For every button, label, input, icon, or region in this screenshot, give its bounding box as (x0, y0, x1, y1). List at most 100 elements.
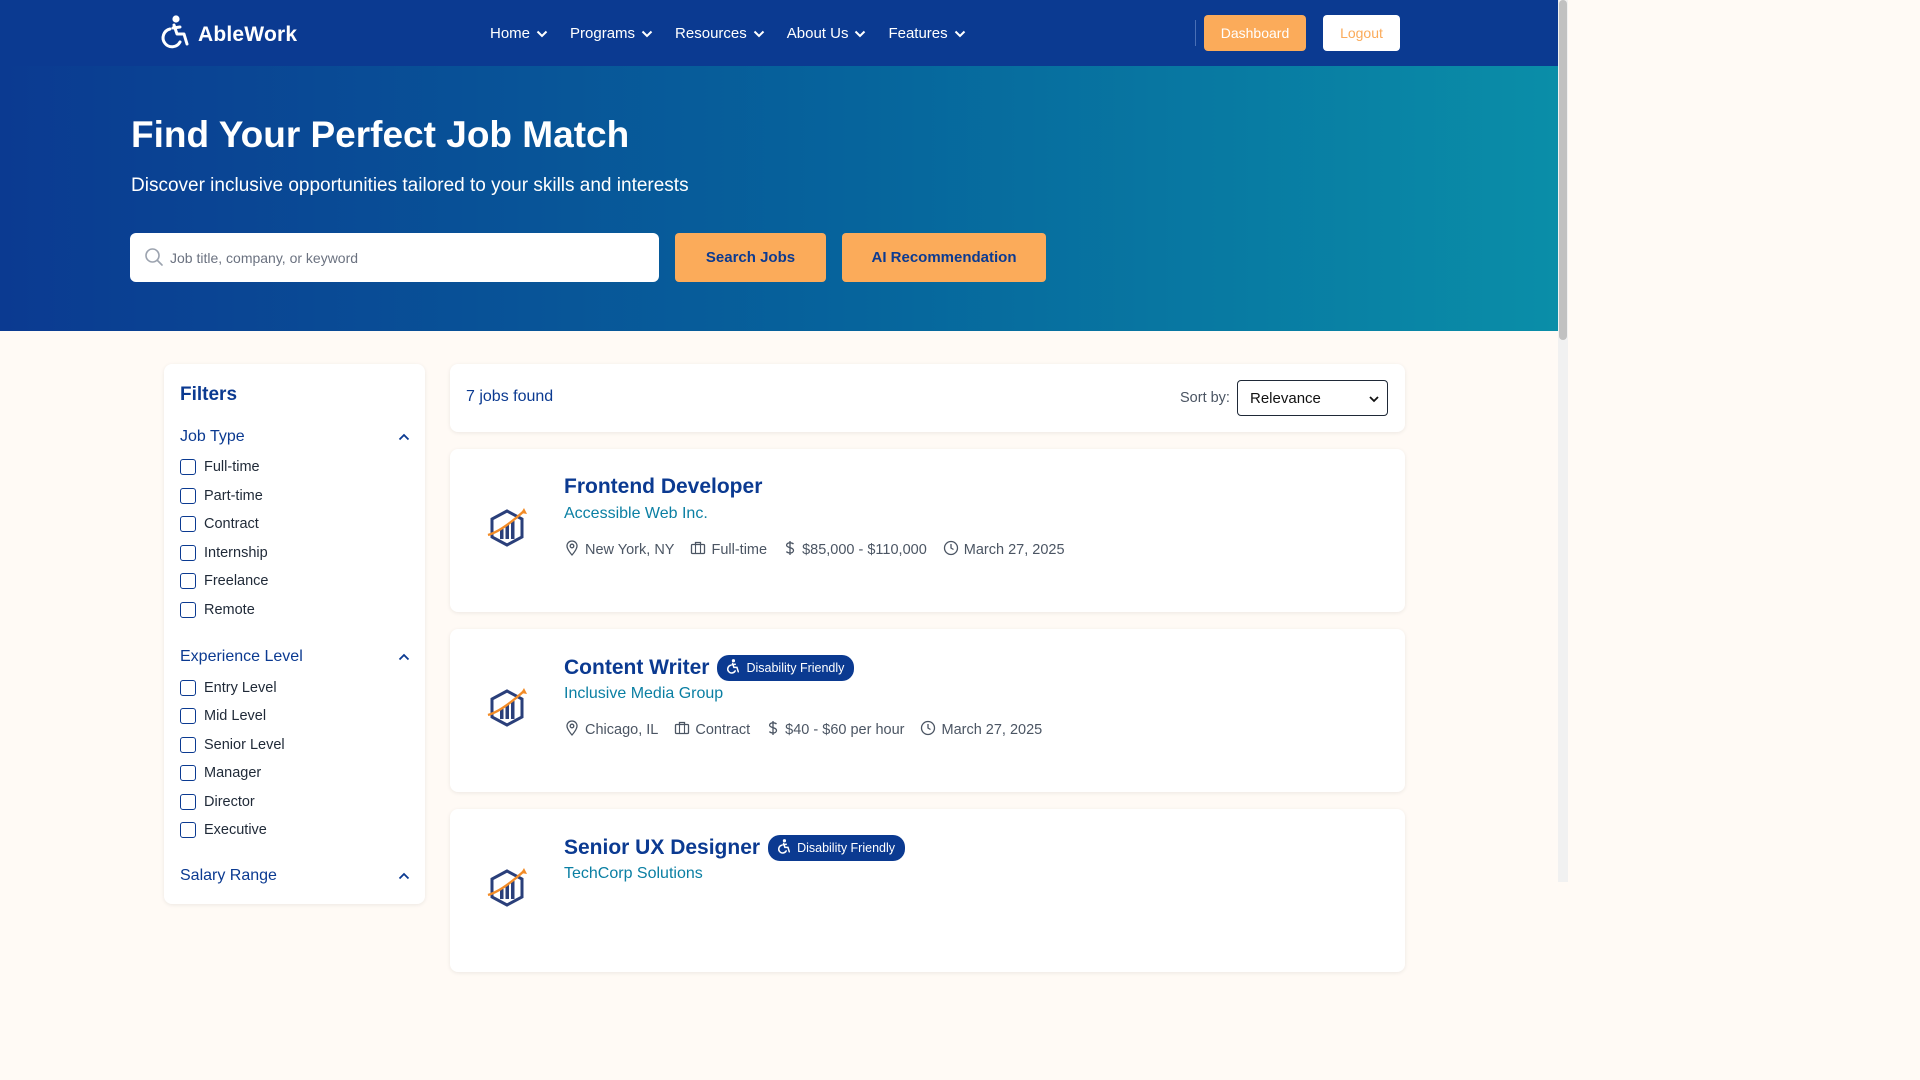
checkbox[interactable] (180, 573, 196, 589)
scrollbar-thumb[interactable] (1559, 0, 1567, 340)
filter-option-mid-level[interactable]: Mid Level (180, 708, 266, 724)
job-type-text: Contract (695, 722, 751, 738)
filter-option-label: Contract (204, 516, 259, 532)
checkbox[interactable] (180, 822, 196, 838)
job-location: Chicago, IL (564, 720, 658, 740)
dollar-icon (766, 720, 780, 740)
ai-recommendation-button[interactable]: AI Recommendation (842, 233, 1046, 282)
job-company[interactable]: TechCorp Solutions (564, 865, 703, 883)
job-meta: Chicago, IL Contract $40 - $60 per hour … (564, 720, 1042, 740)
job-type-text: Full-time (711, 542, 768, 558)
nav-item-label: Resources (675, 24, 747, 42)
nav-divider (1195, 20, 1196, 46)
nav-item-label: Programs (570, 24, 636, 42)
search-box (130, 233, 659, 282)
job-title[interactable]: Content Writer (564, 656, 709, 680)
company-logo-icon (484, 865, 530, 914)
filters-panel: Filters Job Type Full-time Part-time Con… (164, 364, 425, 904)
map-pin-icon (564, 540, 580, 560)
job-card[interactable]: Senior UX Designer Disability Friendly T… (450, 809, 1405, 972)
filter-group-experience-level[interactable]: Experience Level (180, 648, 410, 666)
map-pin-icon (564, 720, 580, 740)
job-meta: New York, NY Full-time $85,000 - $110,00… (564, 540, 1065, 560)
hero-subtitle: Discover inclusive opportunities tailore… (131, 175, 689, 196)
filter-option-label: Manager (204, 765, 262, 781)
filter-option-freelance[interactable]: Freelance (180, 573, 268, 589)
job-card[interactable]: Content Writer Disability Friendly Inclu… (450, 629, 1405, 792)
brand-logo[interactable]: AbleWork (160, 15, 297, 54)
company-logo-icon (484, 505, 530, 554)
filter-option-contract[interactable]: Contract (180, 516, 259, 532)
filter-group-salary-range[interactable]: Salary Range (180, 867, 410, 885)
dollar-icon (783, 540, 797, 560)
filter-group-job-type[interactable]: Job Type (180, 428, 410, 446)
job-date-text: March 27, 2025 (941, 722, 1043, 738)
filter-option-executive[interactable]: Executive (180, 822, 267, 838)
job-title[interactable]: Senior UX Designer (564, 836, 760, 860)
filter-option-remote[interactable]: Remote (180, 602, 255, 618)
badge-label: Disability Friendly (746, 661, 845, 675)
sort-label: Sort by: (1180, 390, 1230, 406)
filter-option-director[interactable]: Director (180, 794, 255, 810)
logout-button[interactable]: Logout (1323, 15, 1400, 51)
job-date-text: March 27, 2025 (963, 542, 1065, 558)
search-jobs-button[interactable]: Search Jobs (675, 233, 826, 282)
checkbox[interactable] (180, 737, 196, 753)
filter-option-label: Full-time (204, 459, 260, 475)
checkbox[interactable] (180, 680, 196, 696)
filter-option-label: Executive (204, 822, 267, 838)
search-input[interactable] (170, 233, 650, 282)
nav-item-label: Features (888, 24, 948, 42)
job-type: Contract (674, 720, 750, 740)
checkbox[interactable] (180, 516, 196, 532)
chevron-up-icon (398, 867, 410, 885)
checkbox[interactable] (180, 459, 196, 475)
nav-item-features[interactable]: Features (888, 25, 965, 42)
checkbox[interactable] (180, 765, 196, 781)
clock-icon (920, 720, 936, 740)
checkbox[interactable] (180, 488, 196, 504)
filter-option-internship[interactable]: Internship (180, 545, 268, 561)
checkbox[interactable] (180, 794, 196, 810)
nav-item-about-us[interactable]: About Us (787, 25, 867, 42)
nav-item-home[interactable]: Home (490, 25, 548, 42)
briefcase-icon (674, 720, 690, 740)
filter-group-title: Salary Range (180, 867, 277, 884)
checkbox[interactable] (180, 602, 196, 618)
job-company[interactable]: Accessible Web Inc. (564, 505, 708, 523)
disability-friendly-badge: Disability Friendly (768, 835, 906, 861)
checkbox[interactable] (180, 545, 196, 561)
dashboard-button[interactable]: Dashboard (1204, 15, 1306, 51)
filter-group-title: Experience Level (180, 648, 303, 665)
disability-friendly-badge: Disability Friendly (717, 655, 855, 681)
job-title-row: Senior UX Designer Disability Friendly (564, 835, 906, 861)
filter-option-entry-level[interactable]: Entry Level (180, 680, 277, 696)
hero-title: Find Your Perfect Job Match (131, 114, 630, 155)
sort-select[interactable]: Relevance (1237, 380, 1388, 416)
nav-item-label: Home (490, 24, 531, 42)
job-title-row: Frontend Developer (564, 475, 762, 499)
page-scrollbar[interactable] (1558, 0, 1568, 882)
filters-title: Filters (180, 384, 238, 405)
chevron-down-icon (954, 25, 966, 42)
filter-option-manager[interactable]: Manager (180, 765, 261, 781)
job-company[interactable]: Inclusive Media Group (564, 685, 723, 703)
job-date: March 27, 2025 (943, 540, 1065, 560)
checkbox[interactable] (180, 708, 196, 724)
nav-item-resources[interactable]: Resources (675, 25, 765, 42)
results-header: 7 jobs found Sort by: Relevance (450, 364, 1405, 432)
badge-label: Disability Friendly (797, 841, 896, 855)
nav-item-programs[interactable]: Programs (570, 25, 653, 42)
company-logo-icon (484, 685, 530, 734)
filter-option-part-time[interactable]: Part-time (180, 488, 263, 504)
accessibility-icon (160, 15, 190, 54)
job-location-text: Chicago, IL (585, 722, 659, 738)
brand-name: AbleWork (198, 22, 298, 46)
job-card[interactable]: Frontend Developer Accessible Web Inc. N… (450, 449, 1405, 612)
filter-option-label: Internship (204, 545, 268, 561)
filter-option-full-time[interactable]: Full-time (180, 459, 260, 475)
job-title[interactable]: Frontend Developer (564, 475, 762, 499)
filter-option-senior-level[interactable]: Senior Level (180, 737, 285, 753)
sort-selected-value: Relevance (1250, 389, 1321, 407)
job-salary: $85,000 - $110,000 (783, 540, 927, 560)
